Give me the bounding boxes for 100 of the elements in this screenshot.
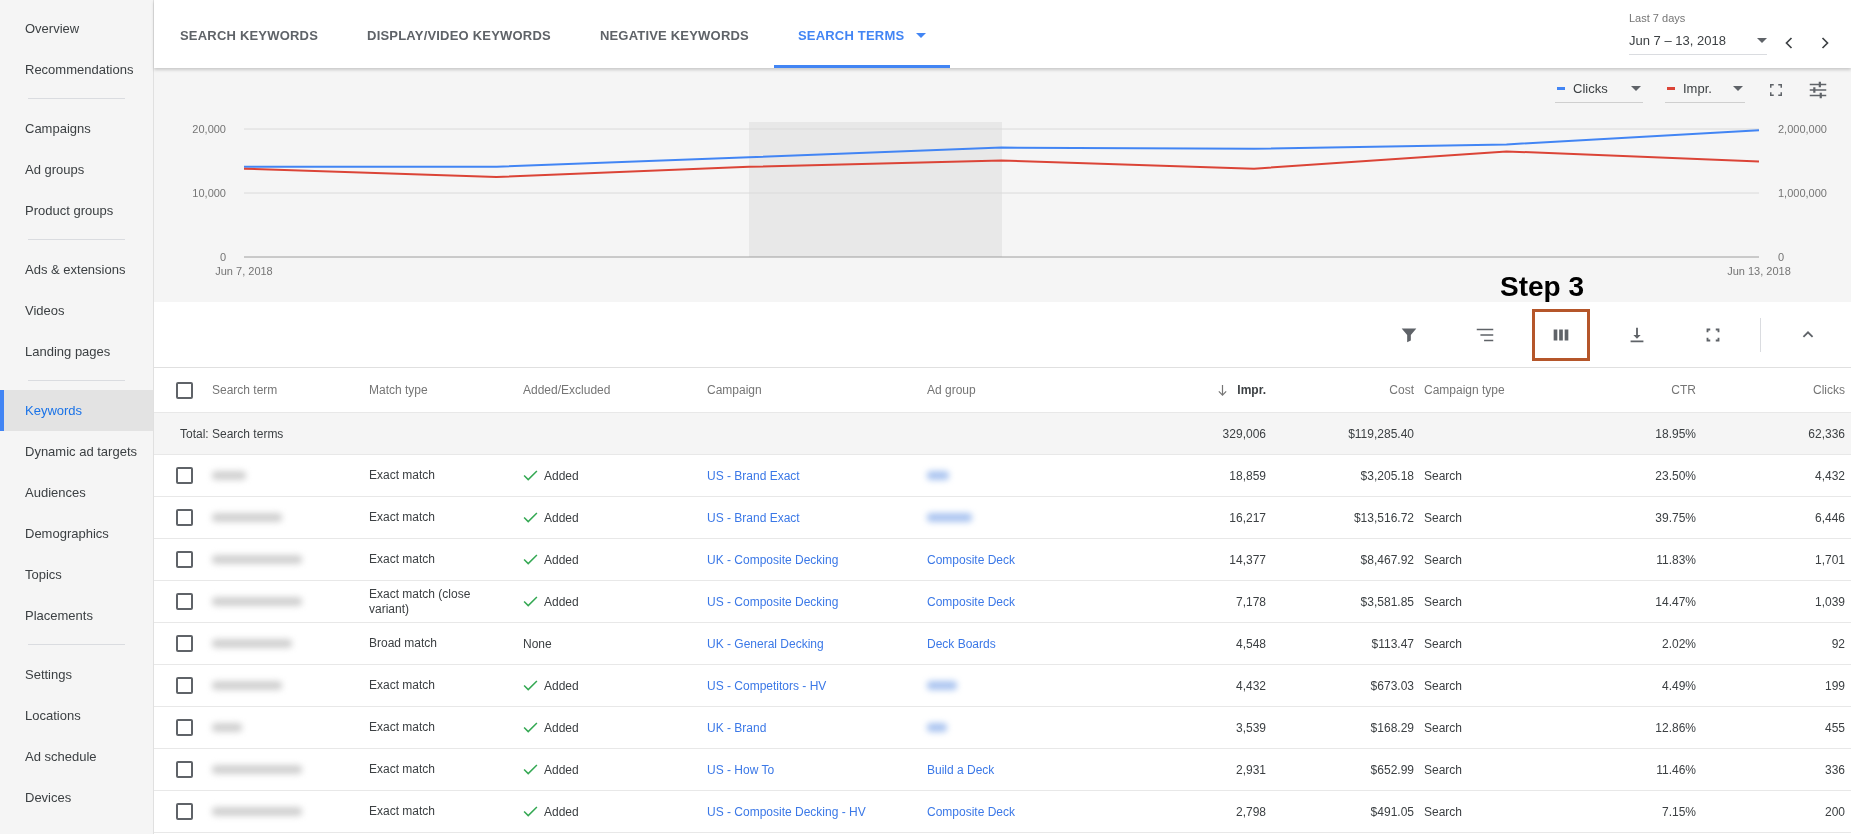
blurred-text — [927, 513, 972, 522]
tab[interactable]: DISPLAY/VIDEO KEYWORDS — [343, 0, 575, 68]
sidebar-item[interactable]: Demographics — [0, 513, 153, 554]
column-header[interactable]: Added/Excluded — [523, 383, 611, 397]
ad-group-link[interactable]: Composite Deck — [927, 804, 1016, 819]
checkbox[interactable] — [175, 381, 193, 399]
campaign-link[interactable]: US - Composite Decking — [707, 594, 839, 609]
table-cell: $113.47 — [1371, 636, 1414, 651]
table-cell: 336 — [1824, 762, 1845, 777]
campaign-link[interactable]: US - How To — [707, 762, 775, 777]
checkbox[interactable] — [175, 677, 193, 694]
sidebar-item[interactable]: Ad groups — [0, 149, 153, 190]
axis-label: Jun 7, 2018 — [215, 265, 273, 277]
column-header[interactable]: Impr. — [1237, 383, 1266, 397]
table-cell: Search — [1424, 804, 1463, 819]
table-cell: $168.29 — [1370, 720, 1414, 735]
sidebar-item[interactable]: Keywords — [0, 390, 153, 431]
table-cell: 4.49% — [1661, 678, 1696, 693]
status-label: Added — [544, 678, 579, 693]
checkbox[interactable] — [175, 635, 193, 652]
column-header[interactable]: Clicks — [1813, 383, 1845, 397]
campaign-link[interactable]: US - Brand Exact — [707, 510, 800, 525]
table-cell: $491.05 — [1370, 804, 1414, 819]
ad-group-link[interactable]: Composite Deck — [927, 552, 1016, 567]
axis-label: 1,000,000 — [1778, 187, 1827, 199]
table-cell: Search — [1424, 594, 1463, 609]
checkbox[interactable] — [175, 803, 193, 820]
sidebar-item[interactable]: Campaigns — [0, 108, 153, 149]
sidebar-item[interactable]: Recommendations — [0, 49, 153, 90]
column-header[interactable]: Cost — [1389, 383, 1414, 397]
table-cell: 14,377 — [1229, 552, 1266, 567]
date-range-dropdown[interactable]: Jun 7 – 13, 2018 — [1629, 30, 1767, 55]
table-cell: 2,931 — [1235, 762, 1266, 777]
table-cell: 4,432 — [1235, 678, 1266, 693]
metric-dropdown[interactable]: Clicks — [1555, 77, 1643, 103]
table-cell: Exact match — [369, 552, 436, 567]
campaign-link[interactable]: UK - Composite Decking — [707, 552, 839, 567]
status-label: Added — [544, 594, 579, 609]
table-cell: 2.02% — [1661, 636, 1696, 651]
sidebar-item[interactable]: Ad schedule — [0, 736, 153, 777]
sidebar-item[interactable]: Topics — [0, 554, 153, 595]
sliders-icon[interactable] — [1807, 79, 1829, 101]
sidebar-item[interactable]: Locations — [0, 695, 153, 736]
sidebar-item[interactable]: Dynamic ad targets — [0, 431, 153, 472]
campaign-link[interactable]: UK - Brand — [707, 720, 767, 735]
column-header[interactable]: Campaign type — [1424, 383, 1505, 397]
caret-icon — [1733, 86, 1743, 91]
table-cell: Broad match — [369, 636, 438, 651]
metric-dropdown[interactable]: Impr. — [1665, 77, 1745, 103]
status-label: Added — [544, 804, 579, 819]
sidebar-item[interactable]: Settings — [0, 654, 153, 695]
table-cell: 11.83% — [1656, 552, 1696, 567]
columns-button[interactable] — [1532, 308, 1590, 361]
fullscreen-icon[interactable] — [1767, 81, 1785, 99]
sidebar-item[interactable]: Videos — [0, 290, 153, 331]
table-cell: 18.95% — [1655, 426, 1696, 441]
campaign-link[interactable]: US - Competitors - HV — [707, 678, 827, 693]
table-cell: Exact match — [369, 510, 436, 525]
table-cell: Search — [1424, 510, 1463, 525]
blurred-text — [212, 513, 282, 522]
ad-group-link[interactable]: Deck Boards — [927, 636, 996, 651]
sidebar-item[interactable]: Ads & extensions — [0, 249, 153, 290]
campaign-link[interactable]: US - Composite Decking - HV — [707, 804, 866, 819]
axis-label: Jun 13, 2018 — [1727, 265, 1791, 277]
checkbox[interactable] — [175, 719, 193, 736]
checkbox[interactable] — [175, 467, 193, 484]
campaign-link[interactable]: UK - General Decking — [707, 636, 824, 651]
sidebar-item[interactable]: Placements — [0, 595, 153, 636]
status-label: None — [523, 636, 552, 651]
table-cell: 92 — [1831, 636, 1845, 651]
column-header[interactable]: Ad group — [927, 383, 976, 397]
table-cell: Search — [1424, 552, 1463, 567]
sidebar-item[interactable]: Audiences — [0, 472, 153, 513]
sidebar-item[interactable]: Overview — [0, 8, 153, 49]
checkbox[interactable] — [175, 509, 193, 526]
tab[interactable]: NEGATIVE KEYWORDS — [575, 0, 773, 68]
table-cell: 1,701 — [1814, 552, 1845, 567]
blurred-text — [212, 723, 242, 732]
sidebar-item[interactable]: Landing pages — [0, 331, 153, 372]
table-cell: Search — [1424, 678, 1463, 693]
ad-group-link[interactable]: Composite Deck — [927, 594, 1016, 609]
column-header[interactable]: CTR — [1671, 383, 1696, 397]
column-header[interactable]: Campaign — [707, 383, 762, 397]
table-cell: Exact match — [369, 678, 436, 693]
checkbox[interactable] — [175, 761, 193, 778]
tab[interactable]: SEARCH KEYWORDS — [155, 0, 343, 68]
sort-arrow-icon — [1217, 383, 1229, 397]
column-header[interactable]: Match type — [369, 383, 428, 397]
checkbox[interactable] — [175, 551, 193, 568]
sidebar-item[interactable]: Devices — [0, 777, 153, 818]
table-cell: 18,859 — [1229, 468, 1266, 483]
ad-group-link[interactable]: Build a Deck — [927, 762, 995, 777]
table-cell: 7,178 — [1235, 594, 1266, 609]
table-cell: 1,039 — [1814, 594, 1845, 609]
table-cell: Search — [1424, 720, 1463, 735]
campaign-link[interactable]: US - Brand Exact — [707, 468, 800, 483]
status-label: Added — [544, 552, 579, 567]
sidebar-item[interactable]: Product groups — [0, 190, 153, 231]
checkbox[interactable] — [175, 593, 193, 610]
column-header[interactable]: Search term — [212, 383, 278, 397]
